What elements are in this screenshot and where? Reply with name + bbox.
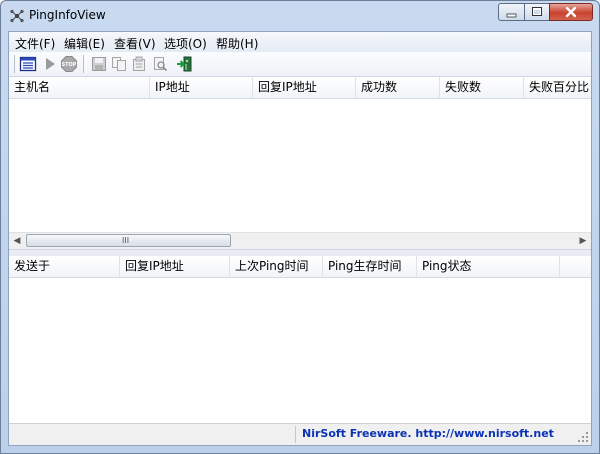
column-header-ping-ttl[interactable]: Ping生存时间	[323, 256, 417, 277]
toolbar-separator	[83, 55, 87, 73]
find-icon[interactable]	[151, 55, 169, 73]
maximize-button[interactable]	[524, 3, 550, 21]
scroll-left-icon[interactable]: ◀	[9, 233, 25, 249]
menu-view[interactable]: 查看(V)	[114, 35, 156, 52]
copy-icon[interactable]	[110, 55, 128, 73]
close-icon	[565, 6, 577, 18]
hosts-list[interactable]: 主机名 IP地址 回复IP地址 成功数 失败数 失败百分比	[9, 77, 591, 249]
window-title: PingInfoView	[29, 8, 106, 22]
column-header-ip[interactable]: IP地址	[150, 77, 253, 98]
ping-options-icon[interactable]	[19, 55, 37, 73]
app-network-icon	[10, 9, 24, 23]
column-header-succeed-count[interactable]: 成功数	[356, 77, 440, 98]
column-header-reply-ip[interactable]: 回复IP地址	[253, 77, 356, 98]
start-icon[interactable]	[41, 55, 59, 73]
menu-file[interactable]: 文件(F)	[15, 35, 55, 52]
maximize-icon	[532, 7, 542, 16]
resize-grip-icon[interactable]	[577, 431, 589, 443]
hosts-list-header: 主机名 IP地址 回复IP地址 成功数 失败数 失败百分比	[9, 77, 591, 99]
client-area: 文件(F) 编辑(E) 查看(V) 选项(O) 帮助(H) STOP 主机名 I…	[8, 31, 592, 446]
column-header-last-ping-time[interactable]: 上次Ping时间	[230, 256, 323, 277]
minimize-button[interactable]	[498, 3, 525, 21]
nirsoft-link[interactable]: NirSoft Freeware. http://www.nirsoft.net	[302, 427, 554, 440]
menu-edit[interactable]: 编辑(E)	[64, 35, 105, 52]
column-header-hostname[interactable]: 主机名	[9, 77, 150, 98]
title-bar[interactable]: PingInfoView	[1, 1, 599, 31]
close-button[interactable]	[549, 3, 593, 21]
toolbar: STOP	[9, 52, 591, 77]
scroll-right-icon[interactable]: ▶	[575, 233, 591, 249]
menu-options[interactable]: 选项(O)	[164, 35, 207, 52]
app-window: PingInfoView 文件(F) 编辑(E) 查看(V) 选项(O) 帮助(…	[0, 0, 600, 454]
menu-help[interactable]: 帮助(H)	[216, 35, 258, 52]
ping-history-list[interactable]: 发送于 回复IP地址 上次Ping时间 Ping生存时间 Ping状态	[9, 256, 591, 424]
status-pane: NirSoft Freeware. http://www.nirsoft.net	[295, 426, 556, 443]
column-header-failed-percent[interactable]: 失败百分比	[524, 77, 591, 98]
status-bar: NirSoft Freeware. http://www.nirsoft.net	[9, 423, 591, 445]
minimize-icon	[506, 13, 517, 18]
exit-icon[interactable]	[175, 55, 193, 73]
toolbar-grip	[14, 55, 18, 73]
svg-text:STOP: STOP	[62, 62, 77, 68]
scrollbar-grip: III	[122, 236, 130, 245]
column-header-failed-count[interactable]: 失败数	[440, 77, 524, 98]
ping-history-header: 发送于 回复IP地址 上次Ping时间 Ping生存时间 Ping状态	[9, 256, 591, 278]
hosts-horizontal-scrollbar[interactable]: ◀ III ▶	[9, 232, 591, 249]
menu-bar: 文件(F) 编辑(E) 查看(V) 选项(O) 帮助(H)	[9, 32, 591, 53]
properties-icon[interactable]	[130, 55, 148, 73]
save-icon[interactable]	[90, 55, 108, 73]
column-header-sent-on[interactable]: 发送于	[9, 256, 120, 277]
column-header-reply-ip-lower[interactable]: 回复IP地址	[120, 256, 230, 277]
stop-icon[interactable]: STOP	[60, 55, 78, 73]
scrollbar-thumb[interactable]: III	[26, 234, 231, 247]
column-header-ping-status[interactable]: Ping状态	[417, 256, 560, 277]
